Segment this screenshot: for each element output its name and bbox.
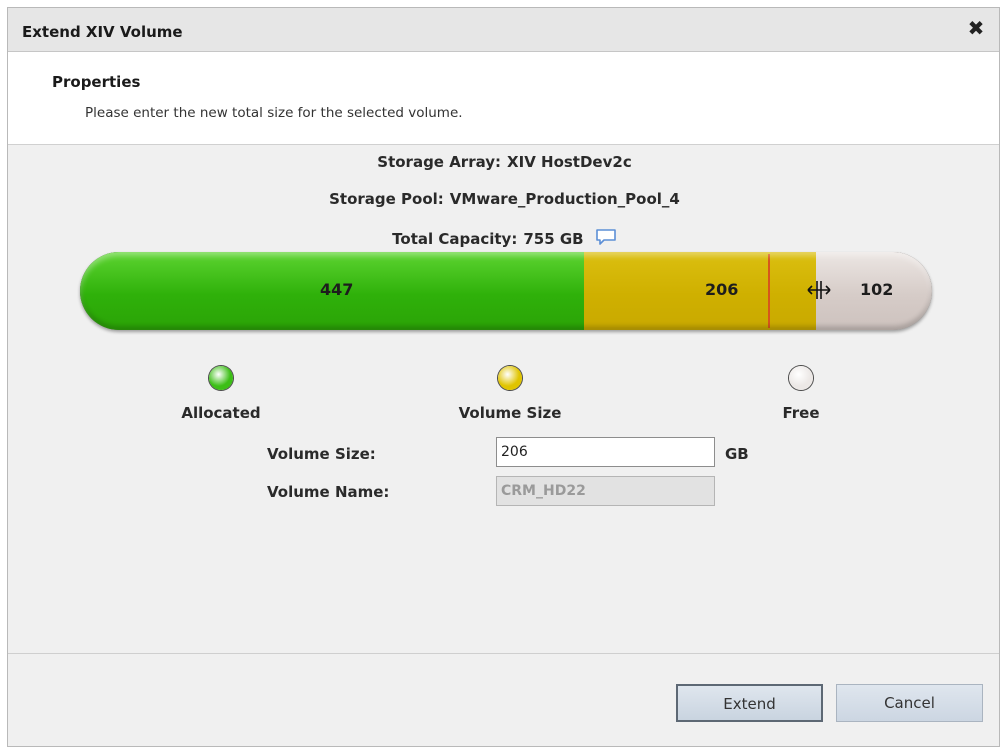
storage-pool-label: Storage Pool:	[329, 190, 444, 208]
dialog-titlebar: Extend XIV Volume ✖	[8, 8, 999, 52]
allocated-dot-icon	[209, 366, 233, 390]
section-description: Please enter the new total size for the …	[85, 105, 463, 121]
total-capacity-value: 755 GB	[523, 230, 584, 248]
storage-array-label: Storage Array:	[377, 153, 502, 171]
storage-pool-value: VMware_Production_Pool_4	[449, 190, 680, 208]
free-value-label: 102	[860, 280, 894, 299]
capacity-bar: 447 206 102	[80, 252, 932, 330]
volume-size-segment: 206	[584, 252, 816, 330]
allocated-value-label: 447	[320, 280, 354, 299]
legend-allocated: Allocated	[141, 366, 301, 422]
volume-name-input	[496, 476, 715, 506]
current-size-marker	[768, 254, 770, 328]
resize-horizontal-icon[interactable]	[806, 277, 832, 303]
volume-size-dot-icon	[498, 366, 522, 390]
volume-size-label: Volume Size:	[267, 445, 376, 463]
storage-pool-line: Storage Pool: VMware_Production_Pool_4	[8, 190, 999, 208]
legend-label-allocated: Allocated	[181, 404, 261, 422]
volume-size-value-label: 206	[705, 280, 739, 299]
extend-button[interactable]: Extend	[676, 684, 823, 722]
free-segment: 102	[816, 252, 932, 330]
legend-free: Free	[721, 366, 881, 422]
section-title: Properties	[52, 73, 141, 91]
volume-name-label: Volume Name:	[267, 483, 390, 501]
close-icon[interactable]: ✖	[965, 17, 987, 39]
volume-size-unit: GB	[725, 445, 749, 463]
free-dot-icon	[789, 366, 813, 390]
comment-icon[interactable]	[595, 228, 617, 246]
allocated-segment: 447	[80, 252, 584, 330]
cancel-button[interactable]: Cancel	[836, 684, 983, 722]
total-capacity-line: Total Capacity: 755 GB	[8, 228, 999, 248]
properties-header: Properties Please enter the new total si…	[8, 52, 999, 145]
extend-volume-dialog: Extend XIV Volume ✖ Properties Please en…	[7, 7, 1000, 747]
dialog-title: Extend XIV Volume	[22, 23, 183, 41]
total-capacity-label: Total Capacity:	[392, 230, 518, 248]
volume-size-input[interactable]	[496, 437, 715, 467]
legend-label-volume-size: Volume Size	[458, 404, 562, 422]
footer-separator	[8, 653, 999, 654]
legend-volume-size: Volume Size	[430, 366, 590, 422]
storage-array-line: Storage Array: XIV HostDev2c	[8, 153, 999, 171]
legend-label-free: Free	[782, 404, 820, 422]
storage-array-value: XIV HostDev2c	[507, 153, 632, 171]
